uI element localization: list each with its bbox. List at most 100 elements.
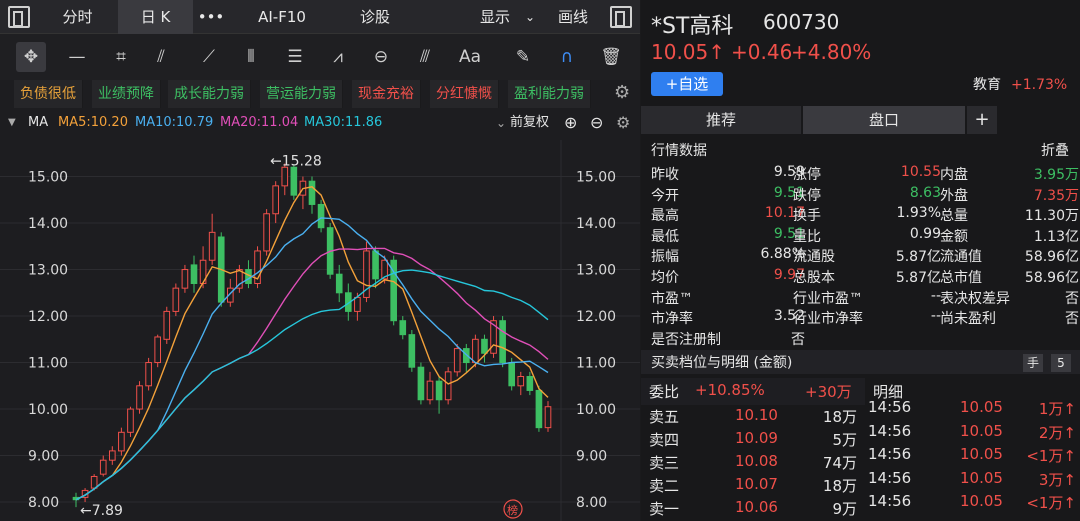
price-change: +0.46	[731, 40, 793, 64]
quote-label: 最高	[651, 208, 679, 225]
ask-row[interactable]: 卖五 10.10 18万	[641, 406, 865, 429]
quote-label: 是否注册制	[651, 331, 721, 348]
fold-button[interactable]: 折叠	[1041, 140, 1069, 160]
ask-price: 10.07	[735, 475, 778, 493]
adjust-dropdown[interactable]: 前复权	[510, 110, 549, 136]
ask-level: 卖五	[649, 408, 680, 426]
fibonacci-icon[interactable]: ☰	[280, 42, 310, 72]
tab-ai-f10[interactable]: AI-F10	[232, 0, 332, 34]
add-tab-button[interactable]: +	[967, 106, 997, 134]
tag-chip[interactable]: 负债很低	[14, 80, 83, 108]
quote-label: 尚未盈利	[940, 311, 996, 328]
candle-body	[145, 362, 152, 387]
trash-icon[interactable]: 🗑	[596, 42, 626, 72]
quote-value: 1.13亿	[1033, 228, 1079, 245]
magnet-icon[interactable]: ∩	[552, 42, 582, 72]
wave-icon[interactable]: ⩘	[323, 42, 353, 72]
y-tick-label-right: 8.00	[576, 495, 607, 511]
candle-body	[263, 213, 270, 252]
candle-body	[426, 380, 434, 401]
candle-body	[372, 250, 379, 280]
zoom-in-icon[interactable]: ⊕	[564, 110, 577, 136]
ask-row[interactable]: 卖一 10.06 9万	[641, 498, 865, 521]
tag-chip[interactable]: 分红慷慨	[430, 80, 499, 108]
ask-row[interactable]: 卖三 10.08 74万	[641, 452, 865, 475]
tab-time-share[interactable]: 分时	[40, 0, 115, 34]
ma-legend-bar: ▼ MA MA5:10.20 MA10:10.79 MA20:11.04 MA3…	[0, 110, 640, 136]
tag-chip[interactable]: 现金充裕	[352, 80, 421, 108]
chart-tab-bar: 分时 日 K ••• AI-F10 诊股 显示 ⌄ 画线	[0, 0, 640, 34]
trade-row: 14:56 10.05 <1万↑	[866, 445, 1080, 468]
y-tick-label-right: 9.00	[576, 449, 607, 465]
sidebar-toggle-icon[interactable]	[8, 6, 30, 28]
y-tick-label-right: 11.00	[576, 356, 616, 372]
ask-amount: 18万	[822, 477, 857, 495]
candle-body	[535, 389, 543, 429]
candle-body	[272, 185, 280, 215]
tag-chip[interactable]: 业绩预降	[92, 80, 161, 108]
ask-price: 10.06	[735, 498, 778, 516]
tag-chip[interactable]: 营运能力弱	[260, 80, 343, 108]
quote-value: 8.63	[909, 184, 941, 201]
trade-time: 14:56	[868, 492, 912, 510]
more-periods-button[interactable]: •••	[195, 0, 227, 34]
tab-diagnose[interactable]: 诊股	[335, 0, 415, 34]
y-tick-label-left: 15.00	[28, 170, 68, 186]
tab-day-k[interactable]: 日 K	[118, 0, 193, 34]
settings-gear-icon[interactable]: ⚙	[614, 82, 630, 103]
tab-orderbook[interactable]: 盘口	[803, 106, 965, 134]
tag-chip[interactable]: 成长能力弱	[168, 80, 251, 108]
y-tick-label-right: 10.00	[576, 402, 616, 418]
candle-body	[181, 269, 189, 289]
fan-lines-icon[interactable]: ⫽	[146, 42, 176, 72]
draw-line-button[interactable]: 画线	[548, 0, 598, 34]
text-icon[interactable]: Aa	[455, 42, 485, 72]
trade-price: 10.05	[960, 445, 1003, 463]
gann-icon[interactable]: ⫻	[410, 42, 440, 72]
candle-body	[399, 320, 407, 336]
collapse-triangle-icon[interactable]: ▼	[8, 110, 16, 136]
trade-price: 10.05	[960, 468, 1003, 487]
horizontal-line-icon[interactable]: —	[62, 42, 92, 72]
kline-chart[interactable]: 15.00 15.00 14.00 14.00 13.00 13.00 12.00 12.00…	[0, 140, 640, 521]
panel-toggle-icon[interactable]	[610, 6, 632, 28]
ask-row[interactable]: 卖四 10.09 5万	[641, 429, 865, 452]
settings-gear-icon[interactable]: ⚙	[616, 110, 630, 136]
quote-label: 跌停	[793, 187, 821, 204]
trade-amount: 2万↑	[1038, 423, 1076, 442]
cross-cursor-icon[interactable]: ✥	[16, 42, 46, 72]
tab-recommend[interactable]: 推荐	[641, 106, 801, 134]
trade-amount: <1万↑	[1026, 494, 1076, 512]
depth-level-toggle[interactable]: 5	[1051, 354, 1071, 372]
cycle-icon[interactable]: ⊖	[366, 42, 396, 72]
high-price-label: ←15.28	[270, 154, 322, 170]
quote-label: 均价	[651, 270, 679, 286]
eraser-icon[interactable]: ✎	[508, 42, 538, 72]
zoom-out-icon[interactable]: ⊖	[590, 110, 603, 136]
candle-body	[481, 338, 488, 354]
segment-line-icon[interactable]: ⟋	[194, 42, 224, 72]
ask-row[interactable]: 卖二 10.07 18万	[641, 475, 865, 498]
tag-chip[interactable]: 盈利能力弱	[508, 80, 591, 108]
hand-unit-toggle[interactable]: 手	[1023, 354, 1043, 372]
ma10-value: MA10:10.79	[135, 115, 214, 130]
y-tick-label-right: 15.00	[576, 170, 616, 186]
parallel-channel-icon[interactable]: ⦀	[236, 42, 266, 72]
rect-select-icon[interactable]: ⌗	[106, 42, 136, 72]
drawing-toolbar: ✥ — ⌗ ⫽ ⟋ ⦀ ☰ ⩘ ⊖ ⫻ Aa ✎ ∩ 🗑	[0, 34, 640, 80]
quote-label: 流通值	[940, 249, 982, 266]
trade-time: 14:56	[868, 445, 912, 463]
chevron-down-icon[interactable]: ⌄	[496, 110, 506, 136]
trade-amount: <1万↑	[1026, 447, 1076, 465]
sector-name[interactable]: 教育	[973, 74, 1001, 96]
ma-label[interactable]: MA	[28, 110, 48, 136]
chevron-down-icon[interactable]: ⌄	[520, 0, 540, 34]
quote-value: 0.99	[909, 225, 941, 242]
order-ratio-pct: +10.85%	[695, 381, 765, 399]
add-watchlist-button[interactable]: +自选	[651, 72, 723, 96]
quote-label: 昨收	[651, 167, 679, 183]
quote-label: 市净率	[651, 311, 693, 328]
y-tick-label-left: 8.00	[28, 495, 59, 511]
display-dropdown[interactable]: 显示	[474, 0, 516, 34]
quote-label: 量比	[793, 228, 821, 245]
